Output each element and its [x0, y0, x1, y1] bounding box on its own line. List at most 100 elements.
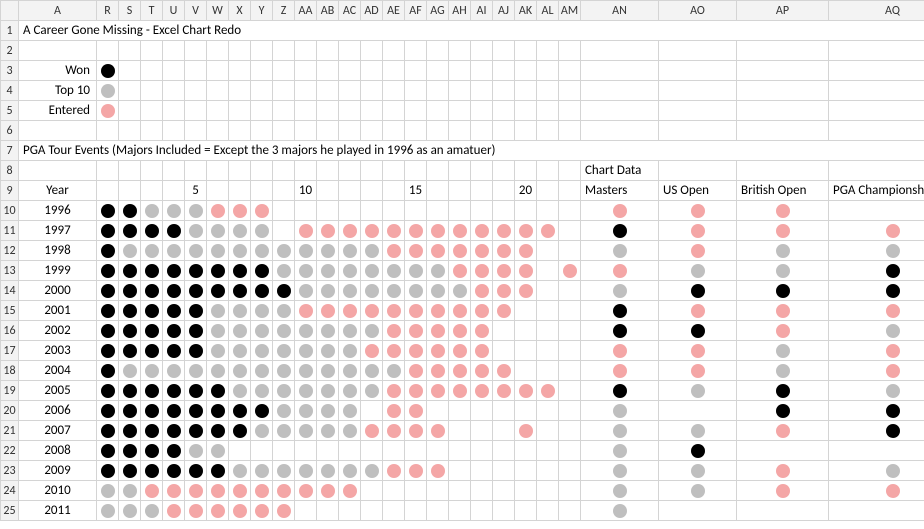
- cell-empty[interactable]: [449, 101, 471, 121]
- event-cell[interactable]: [361, 301, 383, 321]
- event-cell[interactable]: [185, 461, 207, 481]
- row-header-13[interactable]: 13: [1, 261, 19, 281]
- event-cell[interactable]: [471, 401, 493, 421]
- event-cell[interactable]: [229, 301, 251, 321]
- event-cell[interactable]: [251, 341, 273, 361]
- row-header-17[interactable]: 17: [1, 341, 19, 361]
- major-masters[interactable]: [581, 321, 659, 341]
- event-cell[interactable]: [383, 481, 405, 501]
- cell-empty[interactable]: [19, 161, 97, 181]
- cell-empty[interactable]: [559, 41, 581, 61]
- event-cell[interactable]: [427, 441, 449, 461]
- major-usopen[interactable]: [659, 321, 737, 341]
- cell-empty[interactable]: [559, 161, 581, 181]
- event-cell[interactable]: [185, 281, 207, 301]
- event-cell[interactable]: [339, 201, 361, 221]
- event-cell[interactable]: [273, 401, 295, 421]
- event-cell[interactable]: [317, 421, 339, 441]
- event-cell[interactable]: [339, 481, 361, 501]
- event-cell[interactable]: [185, 441, 207, 461]
- event-cell[interactable]: [207, 221, 229, 241]
- event-cell[interactable]: [493, 501, 515, 521]
- event-cell[interactable]: [449, 321, 471, 341]
- col-header-X[interactable]: X: [229, 1, 251, 21]
- cell-empty[interactable]: [339, 81, 361, 101]
- event-cell[interactable]: [493, 481, 515, 501]
- major-masters[interactable]: [581, 301, 659, 321]
- major-masters[interactable]: [581, 281, 659, 301]
- major-usopen[interactable]: [659, 441, 737, 461]
- cell-empty[interactable]: [361, 181, 383, 201]
- major-masters[interactable]: [581, 221, 659, 241]
- event-cell[interactable]: [295, 281, 317, 301]
- event-cell[interactable]: [493, 301, 515, 321]
- cell-empty[interactable]: [581, 121, 659, 141]
- event-cell[interactable]: [537, 381, 559, 401]
- event-cell[interactable]: [427, 461, 449, 481]
- col-header-AO[interactable]: AO: [659, 1, 737, 21]
- event-cell[interactable]: [361, 461, 383, 481]
- event-cell[interactable]: [97, 301, 119, 321]
- row-header-12[interactable]: 12: [1, 241, 19, 261]
- event-cell[interactable]: [559, 441, 581, 461]
- event-cell[interactable]: [383, 261, 405, 281]
- event-cell[interactable]: [163, 361, 185, 381]
- event-cell[interactable]: [273, 201, 295, 221]
- event-cell[interactable]: [207, 341, 229, 361]
- event-cell[interactable]: [559, 321, 581, 341]
- event-cell[interactable]: [383, 341, 405, 361]
- major-usopen[interactable]: [659, 281, 737, 301]
- cell-empty[interactable]: [471, 161, 493, 181]
- cell-empty[interactable]: [251, 181, 273, 201]
- cell-empty[interactable]: [339, 101, 361, 121]
- event-cell[interactable]: [339, 381, 361, 401]
- event-cell[interactable]: [207, 321, 229, 341]
- hdr-usopen[interactable]: US Open: [659, 181, 737, 201]
- cell-empty[interactable]: [185, 121, 207, 141]
- cell-empty[interactable]: [163, 181, 185, 201]
- event-cell[interactable]: [185, 501, 207, 521]
- col-header-R[interactable]: R: [97, 1, 119, 21]
- event-cell[interactable]: [97, 201, 119, 221]
- event-cell[interactable]: [405, 261, 427, 281]
- major-usopen[interactable]: [659, 361, 737, 381]
- cell-empty[interactable]: [515, 161, 537, 181]
- event-cell[interactable]: [119, 341, 141, 361]
- cell-empty[interactable]: [229, 41, 251, 61]
- section-label[interactable]: PGA Tour Events (Majors Included = Excep…: [19, 141, 924, 161]
- event-cell[interactable]: [361, 361, 383, 381]
- event-cell[interactable]: [163, 341, 185, 361]
- event-cell[interactable]: [515, 281, 537, 301]
- cell-empty[interactable]: [229, 61, 251, 81]
- event-cell[interactable]: [471, 501, 493, 521]
- cell-empty[interactable]: [141, 81, 163, 101]
- major-masters[interactable]: [581, 461, 659, 481]
- event-cell[interactable]: [471, 361, 493, 381]
- year-cell[interactable]: 1997: [19, 221, 97, 241]
- year-cell[interactable]: 1996: [19, 201, 97, 221]
- cell-empty[interactable]: [471, 181, 493, 201]
- cell-empty[interactable]: [295, 121, 317, 141]
- event-cell[interactable]: [427, 261, 449, 281]
- event-cell[interactable]: [163, 461, 185, 481]
- cell-empty[interactable]: [251, 161, 273, 181]
- cell-empty[interactable]: [515, 81, 537, 101]
- cell-empty[interactable]: [361, 121, 383, 141]
- event-cell[interactable]: [339, 401, 361, 421]
- cell-empty[interactable]: [449, 81, 471, 101]
- major-pga[interactable]: [829, 201, 924, 221]
- event-cell[interactable]: [97, 341, 119, 361]
- major-british[interactable]: [737, 401, 829, 421]
- cell-empty[interactable]: [737, 81, 829, 101]
- event-cell[interactable]: [515, 321, 537, 341]
- event-cell[interactable]: [361, 201, 383, 221]
- cell-empty[interactable]: [829, 161, 924, 181]
- event-cell[interactable]: [559, 481, 581, 501]
- event-cell[interactable]: [339, 461, 361, 481]
- legend-dot-top10[interactable]: [97, 81, 119, 101]
- event-cell[interactable]: [229, 441, 251, 461]
- major-pga[interactable]: [829, 461, 924, 481]
- event-cell[interactable]: [405, 441, 427, 461]
- cell-empty[interactable]: [317, 61, 339, 81]
- major-british[interactable]: [737, 381, 829, 401]
